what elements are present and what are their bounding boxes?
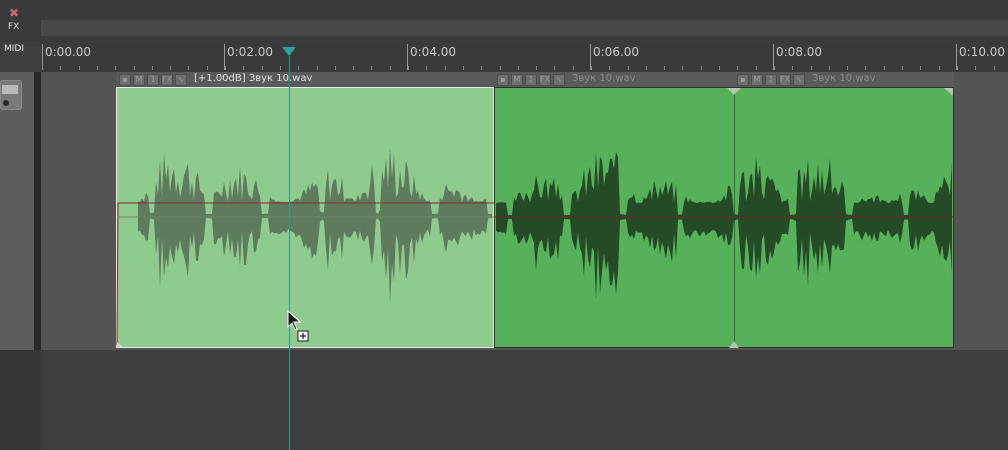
waveform-layer xyxy=(116,88,953,348)
fade-handle xyxy=(117,342,123,347)
copy-plus-icon xyxy=(297,330,309,342)
fade-handle xyxy=(727,88,741,95)
waveform xyxy=(496,151,952,300)
fade-handle xyxy=(729,341,739,348)
mouse-cursor-icon xyxy=(287,310,309,342)
playhead-line[interactable] xyxy=(289,56,290,450)
waveform-selected xyxy=(138,147,492,304)
fade-handle xyxy=(944,88,953,96)
